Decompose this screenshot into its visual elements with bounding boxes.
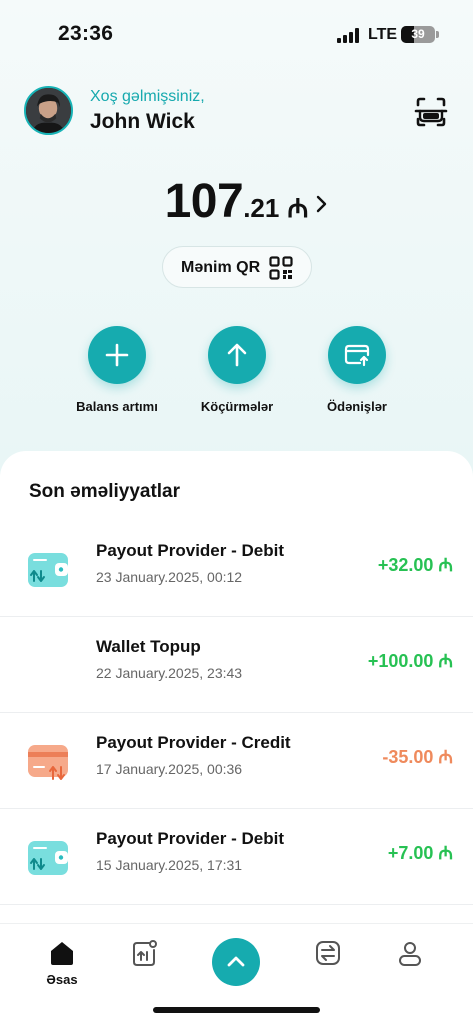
transaction-date: 23 January.2025, 00:12 [96, 569, 243, 585]
payments-button[interactable]: Ödənişlər [297, 326, 417, 414]
nav-home[interactable]: Əsas [32, 938, 92, 987]
nav-cashback[interactable] [114, 938, 174, 968]
home-indicator[interactable] [153, 1007, 320, 1013]
nav-center-button[interactable] [212, 938, 260, 986]
nav-exchange[interactable] [298, 938, 358, 968]
transaction-amount: +100.00 ₼ [367, 651, 453, 671]
transaction-name: Payout Provider - Credit [96, 733, 291, 752]
card-transfer-icon [26, 743, 70, 781]
balance-topup-button[interactable]: Balans artımı [57, 326, 177, 414]
transaction-name: Wallet Topup [96, 637, 201, 656]
recent-transactions-card: Son əməliyyatlar Payout Provider - Debit… [0, 451, 473, 931]
transaction-amount: +32.00 ₼ [377, 555, 453, 575]
chevron-up-icon [227, 956, 245, 967]
network-type: LTE [368, 26, 398, 43]
my-qr-label: Mənim QR [181, 259, 261, 276]
signal-icon [337, 28, 359, 43]
avatar[interactable] [24, 86, 73, 135]
balance-decimal: .21 [243, 193, 280, 223]
balance-display: 107.21 ₼ [0, 174, 473, 229]
transaction-row[interactable]: Wallet Topup 22 January.2025, 23:43 +100… [0, 617, 473, 713]
transaction-row[interactable]: Payout Provider - Debit 23 January.2025,… [0, 521, 473, 617]
wallet-transfer-icon [26, 551, 70, 589]
status-time: 23:36 [58, 22, 114, 45]
user-icon [399, 942, 421, 966]
exchange-icon [316, 941, 340, 965]
battery-icon: 39 [401, 26, 435, 43]
card-payment-icon [328, 326, 386, 384]
qr-code-icon [269, 256, 293, 280]
battery-tip [436, 31, 439, 38]
user-name: John Wick [90, 110, 195, 133]
action-label: Balans artımı [76, 399, 158, 414]
battery-level: 39 [411, 27, 425, 41]
transaction-name: Payout Provider - Debit [96, 541, 284, 560]
chevron-right-icon[interactable] [314, 194, 328, 214]
transaction-date: 15 January.2025, 17:31 [96, 857, 243, 873]
my-qr-button[interactable]: Mənim QR [162, 246, 312, 288]
transaction-amount: -35.00 ₼ [382, 747, 453, 767]
home-icon [51, 942, 73, 965]
transfers-button[interactable]: Köçürmələr [177, 326, 297, 414]
transaction-date: 22 January.2025, 23:43 [96, 665, 243, 681]
wallet-transfer-icon [26, 839, 70, 877]
welcome-text: Xoş gəlmişsiniz, [90, 88, 205, 105]
action-label: Köçürmələr [200, 399, 274, 414]
nav-home-label: Əsas [46, 972, 78, 987]
section-title: Son əməliyyatlar [29, 481, 181, 502]
plus-icon [88, 326, 146, 384]
nav-profile[interactable] [380, 938, 440, 968]
balance-integer: 107 [164, 175, 244, 228]
transaction-amount: +7.00 ₼ [387, 843, 453, 863]
transaction-date: 17 January.2025, 00:36 [96, 761, 243, 777]
receipt-transfer-icon [133, 940, 157, 966]
transaction-row[interactable]: Payout Provider - Debit 15 January.2025,… [0, 809, 473, 905]
action-label: Ödənişlər [327, 399, 387, 414]
currency-symbol: ₼ [287, 193, 309, 223]
status-bar: 23:36 LTE 39 [0, 0, 473, 60]
arrow-up-icon [208, 326, 266, 384]
transaction-row[interactable]: Payout Provider - Credit 17 January.2025… [0, 713, 473, 809]
transaction-name: Payout Provider - Debit [96, 829, 284, 848]
scan-icon[interactable] [414, 96, 448, 128]
